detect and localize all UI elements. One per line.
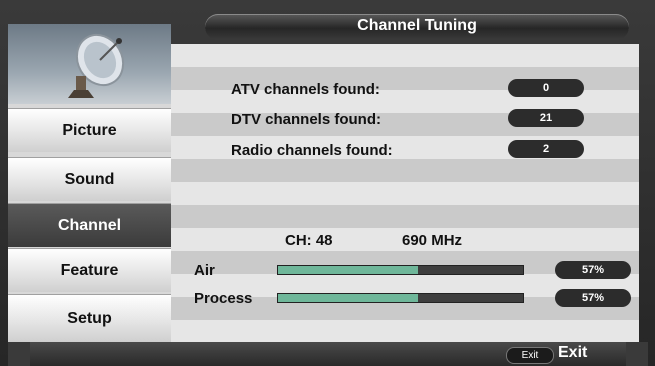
sidebar-item-label: Picture [62,121,117,139]
corner-decoration [8,342,30,366]
sidebar-item-label: Sound [64,170,115,188]
sidebar-item-label: Feature [60,261,119,279]
sidebar-item-feature[interactable]: Feature [8,248,171,292]
exit-button[interactable]: Exit [558,344,587,362]
panel-stripe [171,182,639,205]
sidebar-item-label: Channel [57,216,122,234]
atv-label: ATV channels found: [231,81,380,98]
radio-count-badge: 2 [508,140,584,158]
atv-count-badge: 0 [508,79,584,97]
radio-label: Radio channels found: [231,142,393,159]
dtv-label: DTV channels found: [231,111,381,128]
sidebar: Picture Sound Channel Feature Setup [8,24,171,342]
exit-key-badge[interactable]: Exit [506,347,554,364]
title-bar: Channel Tuning [205,14,629,40]
process-percent-badge: 57% [555,289,631,307]
dtv-count-badge: 21 [508,109,584,127]
panel-stripe [171,159,639,182]
process-progress-fill [278,294,418,302]
sidebar-item-label: Setup [67,309,112,327]
satellite-dish-icon [8,24,171,104]
window-title: Channel Tuning [357,17,477,34]
channel-number: CH: 48 [285,232,333,249]
panel-stripe [171,205,639,228]
process-progress-bar [277,293,524,303]
tuning-panel: ATV channels found: 0 DTV channels found… [171,44,639,342]
air-label: Air [194,262,215,279]
corner-decoration [626,342,648,366]
panel-stripe [171,44,639,67]
sidebar-item-picture[interactable]: Picture [8,108,171,152]
sidebar-item-channel[interactable]: Channel [8,203,171,247]
air-progress-fill [278,266,418,274]
sidebar-item-sound[interactable]: Sound [8,157,171,201]
panel-stripe [171,320,639,342]
air-percent-badge: 57% [555,261,631,279]
channel-frequency: 690 MHz [402,232,463,249]
air-progress-bar [277,265,524,275]
process-label: Process [194,290,253,307]
sidebar-item-setup[interactable]: Setup [8,294,171,342]
